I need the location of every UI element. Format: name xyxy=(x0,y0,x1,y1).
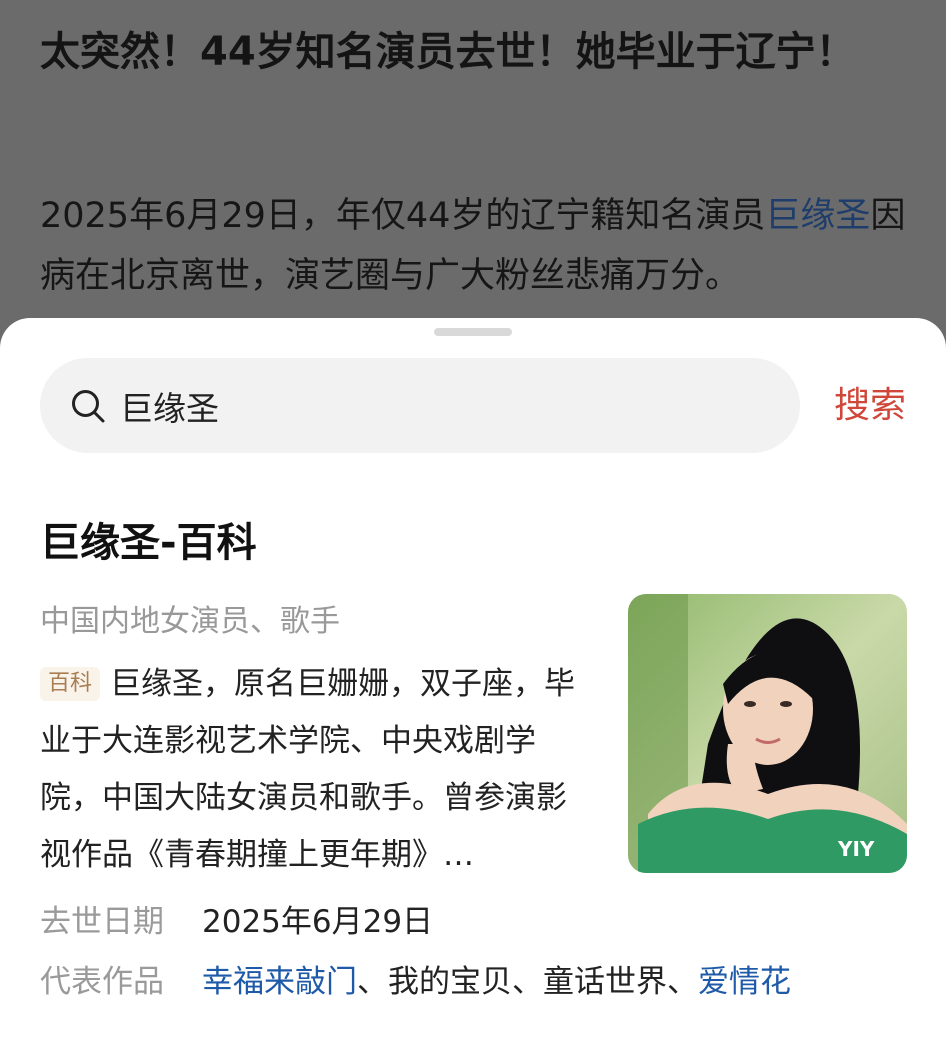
baike-summary-text: 巨缘圣，原名巨姗姗，双子座，毕业于大连影视艺术学院、中央戏剧学院，中国大陆女演员… xyxy=(40,666,576,873)
article-title: 太突然！44岁知名演员去世！她毕业于辽宁！ xyxy=(40,29,856,75)
work-separator: 、 xyxy=(512,964,543,1000)
baike-card-subtitle: 中国内地女演员、歌手 xyxy=(40,604,340,639)
work-item: 童话世界 xyxy=(543,964,667,1000)
work-link[interactable]: 爱情花 xyxy=(698,964,791,1000)
article-person-link[interactable]: 巨缘圣 xyxy=(765,196,870,236)
search-button[interactable]: 搜索 xyxy=(834,382,906,430)
info-row-works: 代表作品 幸福来敲门、我的宝贝、童话世界、爱情花 xyxy=(40,958,791,1006)
background-article: 太突然！44岁知名演员去世！她毕业于辽宁！ 2025年6月29日，年仅44岁的辽… xyxy=(0,0,946,360)
work-item: 我的宝贝 xyxy=(388,964,512,1000)
baike-card-summary[interactable]: 百科 巨缘圣，原名巨姗姗，双子座，毕业于大连影视艺术学院、中央戏剧学院，中国大陆女… xyxy=(40,656,595,884)
person-photo[interactable]: YIY xyxy=(628,594,907,873)
svg-text:YIY: YIY xyxy=(837,837,875,861)
article-body: 2025年6月29日，年仅44岁的辽宁籍知名演员巨缘圣因病在北京离世，演艺圈与广… xyxy=(40,186,910,306)
works-list: 幸福来敲门、我的宝贝、童话世界、爱情花 xyxy=(202,958,791,1006)
search-bottom-sheet: 搜索 巨缘圣-百科 中国内地女演员、歌手 百科巨缘圣，原名巨姗姗，双子座，毕业于… xyxy=(0,318,946,1038)
death-date-label: 去世日期 xyxy=(40,904,164,940)
info-row-death-date: 去世日期 2025年6月29日 xyxy=(40,898,433,946)
sheet-drag-handle[interactable] xyxy=(434,328,512,336)
death-date-value: 2025年6月29日 xyxy=(202,904,434,940)
work-separator: 、 xyxy=(667,964,698,1000)
article-body-prefix: 2025年6月29日，年仅44岁的辽宁籍知名演员 xyxy=(40,196,766,236)
search-input[interactable] xyxy=(120,386,740,425)
work-link[interactable]: 幸福来敲门 xyxy=(202,964,357,1000)
work-separator: 、 xyxy=(357,964,388,1000)
baike-badge: 百科 xyxy=(40,667,101,701)
search-icon xyxy=(70,388,106,424)
baike-card-title[interactable]: 巨缘圣-百科 xyxy=(40,515,257,571)
works-label: 代表作品 xyxy=(40,964,164,1000)
search-bar[interactable] xyxy=(40,358,800,453)
